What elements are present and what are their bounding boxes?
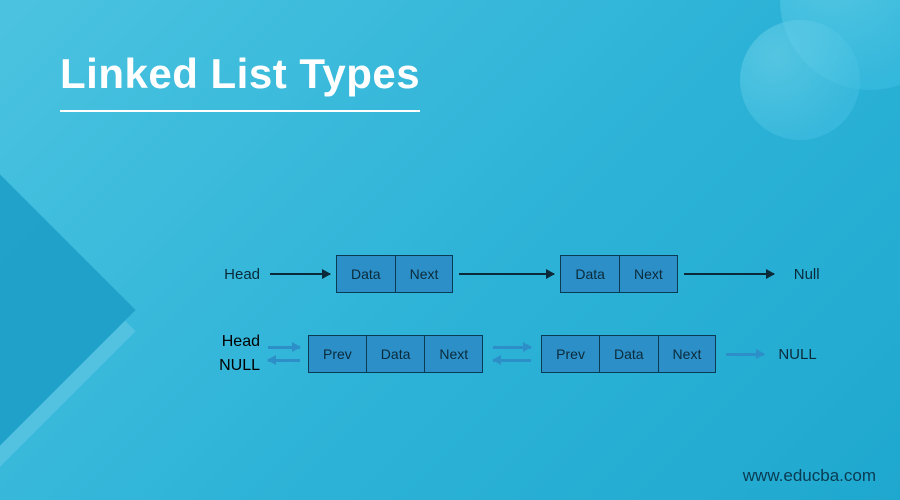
- head-label-doubly: Head: [222, 333, 260, 351]
- doubly-node-1: Prev Data Next: [308, 335, 483, 373]
- arrow-right-icon: [726, 353, 764, 356]
- decorative-circle-small: [740, 20, 860, 140]
- arrow-right-icon: [684, 273, 774, 275]
- prev-cell: Prev: [309, 336, 367, 372]
- null-right-label-doubly: NULL: [778, 346, 828, 363]
- prev-cell: Prev: [542, 336, 600, 372]
- arrow-right-icon: [270, 273, 330, 275]
- arrow-right-icon: [268, 346, 300, 349]
- decorative-diamond: [0, 154, 136, 465]
- doubly-node-2: Prev Data Next: [541, 335, 716, 373]
- null-label-singly: Null: [794, 266, 844, 283]
- head-label-singly: Head: [210, 266, 260, 283]
- singly-node-2: Data Next: [560, 255, 677, 293]
- arrow-left-icon: [493, 359, 531, 362]
- data-cell: Data: [561, 256, 620, 292]
- data-cell: Data: [367, 336, 426, 372]
- next-cell: Next: [659, 336, 716, 372]
- arrow-right-icon: [493, 346, 531, 349]
- null-left-label-doubly: NULL: [219, 357, 260, 375]
- double-arrow-connector: [493, 346, 531, 362]
- linked-list-diagram: Head Data Next Data Next Null Head NULL …: [210, 255, 870, 415]
- arrow-right-icon: [459, 273, 554, 275]
- data-cell: Data: [600, 336, 659, 372]
- arrow-left-icon: [268, 359, 300, 362]
- double-arrow-connector: [268, 346, 300, 362]
- head-null-labels-doubly: Head NULL: [210, 333, 260, 375]
- next-cell: Next: [396, 256, 453, 292]
- doubly-linked-list-row: Head NULL Prev Data Next Prev Data Next …: [210, 333, 870, 375]
- singly-linked-list-row: Head Data Next Data Next Null: [210, 255, 870, 293]
- next-cell: Next: [620, 256, 677, 292]
- next-cell: Next: [425, 336, 482, 372]
- page-title: Linked List Types: [60, 50, 420, 112]
- data-cell: Data: [337, 256, 396, 292]
- footer-url: www.educba.com: [743, 466, 876, 486]
- singly-node-1: Data Next: [336, 255, 453, 293]
